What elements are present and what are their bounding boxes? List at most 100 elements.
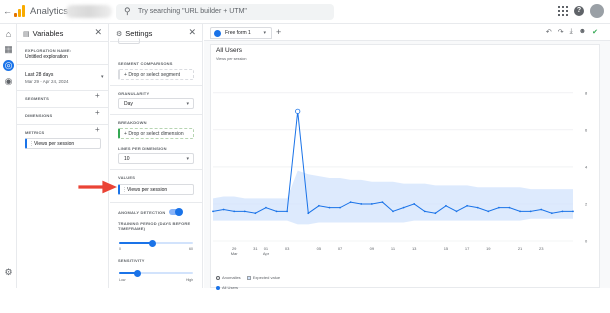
x-tick-label: 21 bbox=[518, 246, 523, 251]
settings-title: Settings bbox=[125, 29, 153, 38]
variables-icon: ▤ bbox=[23, 31, 30, 38]
data-point bbox=[550, 212, 553, 215]
date-range-label[interactable]: Last 28 days bbox=[25, 72, 53, 78]
dimensions-label: DIMENSIONS bbox=[25, 113, 53, 118]
undo-icon[interactable]: ↶ bbox=[546, 28, 552, 36]
sensitivity-label: SENSITIVITY bbox=[118, 258, 145, 263]
sensitivity-high-label: High bbox=[186, 278, 194, 282]
data-point bbox=[455, 210, 458, 213]
tab-free-form[interactable]: Free form 1 ▾ bbox=[210, 27, 272, 39]
download-icon[interactable]: ⤓ bbox=[570, 28, 573, 36]
data-point bbox=[519, 210, 521, 213]
slider-thumb[interactable] bbox=[134, 269, 141, 277]
legend-anomalies: Anomalies bbox=[222, 275, 241, 280]
app-title: Analytics bbox=[30, 6, 69, 17]
data-point bbox=[445, 204, 447, 207]
values-label: VALUES bbox=[118, 175, 136, 180]
left-nav: ⌂ ▦ ◎ ◉ ⚙ bbox=[0, 24, 17, 288]
data-point bbox=[508, 206, 511, 209]
x-tick-label: 17 bbox=[465, 246, 470, 251]
expected-value-box-icon bbox=[246, 275, 251, 280]
granularity-select[interactable]: Day ▾ bbox=[118, 98, 194, 109]
sensitivity-slider[interactable] bbox=[119, 269, 193, 277]
previous-field-stub[interactable] bbox=[118, 38, 140, 44]
y-tick-label: 2 bbox=[585, 201, 588, 206]
series-legend[interactable]: All Users bbox=[216, 285, 238, 290]
x-tick-label: 09 bbox=[370, 246, 375, 251]
drag-handle-icon[interactable]: ⋮ bbox=[29, 139, 34, 149]
metric-chip-views-per-session[interactable]: ⋮ Views per session bbox=[25, 138, 101, 149]
chevron-down-icon[interactable]: ▾ bbox=[263, 28, 266, 39]
advertising-icon[interactable]: ◉ bbox=[3, 76, 14, 87]
data-point bbox=[572, 210, 574, 213]
settings-header: ⚙ Settings bbox=[116, 29, 152, 38]
data-point bbox=[529, 210, 532, 213]
values-chip-views-per-session[interactable]: ⋮ Views per session bbox=[118, 184, 194, 195]
variables-title: Variables bbox=[32, 29, 64, 38]
data-point bbox=[370, 203, 373, 205]
avatar[interactable] bbox=[590, 4, 604, 18]
data-point bbox=[487, 210, 490, 213]
data-point bbox=[476, 206, 479, 209]
anomaly-detection-toggle[interactable] bbox=[169, 207, 183, 216]
search-input[interactable]: ⚲ Try searching "URL builder + UTM" bbox=[116, 4, 334, 20]
home-icon[interactable]: ⌂ bbox=[3, 29, 14, 40]
tab-bar: Free form 1 ▾ + ↶ ↷ ⤓ ☻ ✔ bbox=[204, 24, 610, 41]
slider-fill bbox=[119, 242, 153, 244]
x-tick-label: 13 bbox=[412, 246, 417, 251]
line-chart: 0246829Mar31 01Apr03 05 07 09 11 13 15 17 19 21 23 bbox=[212, 90, 588, 256]
exploration-name-label: EXPLORATION NAME: bbox=[25, 48, 72, 53]
add-tab-plus-icon[interactable]: + bbox=[276, 27, 281, 37]
data-point bbox=[307, 212, 310, 215]
analytics-logo[interactable] bbox=[14, 5, 26, 17]
chart-legend: Anomalies Expected value bbox=[216, 275, 280, 280]
settings-panel: ⚙ Settings ✕ SEGMENT COMPARISONS + Drop o… bbox=[110, 24, 203, 288]
account-selector[interactable] bbox=[66, 5, 112, 18]
x-tick-label: 15 bbox=[444, 246, 449, 251]
data-point bbox=[317, 204, 320, 207]
anomaly-detection-label: ANOMALY DETECTION bbox=[118, 210, 166, 215]
x-tick-label: 19 bbox=[486, 246, 491, 251]
add-segment-plus-icon[interactable]: + bbox=[95, 91, 100, 100]
explore-icon[interactable]: ◎ bbox=[3, 60, 14, 71]
add-dimension-plus-icon[interactable]: + bbox=[95, 108, 100, 117]
y-tick-label: 0 bbox=[585, 239, 588, 244]
lines-per-dimension-select[interactable]: 10 ▾ bbox=[118, 153, 194, 164]
segment-comparisons-label: SEGMENT COMPARISONS bbox=[118, 61, 173, 66]
apps-grid-icon[interactable] bbox=[558, 6, 568, 16]
settings-gear-icon: ⚙ bbox=[116, 31, 123, 38]
settings-gear-icon[interactable]: ⚙ bbox=[3, 267, 14, 278]
x-tick-month-label: Mar bbox=[231, 251, 239, 256]
exploration-name-field[interactable]: Untitled exploration bbox=[25, 54, 68, 60]
segments-label: SEGMENTS bbox=[25, 96, 50, 101]
back-arrow-icon[interactable]: ← bbox=[3, 6, 12, 16]
close-icon[interactable]: ✕ bbox=[188, 27, 196, 38]
help-icon[interactable]: ? bbox=[574, 6, 584, 16]
breakdown-drop-label: Drop or select dimension bbox=[128, 131, 184, 137]
drag-handle-icon[interactable]: ⋮ bbox=[122, 185, 127, 195]
data-point bbox=[222, 208, 225, 211]
training-period-slider[interactable] bbox=[119, 239, 193, 247]
data-point bbox=[243, 210, 246, 213]
date-range-value[interactable]: Mar 29 - Apr 24, 2024 bbox=[25, 79, 69, 84]
check-circle-icon[interactable]: ✔ bbox=[592, 28, 598, 36]
line-chart-icon bbox=[214, 30, 221, 37]
slider-thumb[interactable] bbox=[148, 239, 156, 247]
x-tick-label: 07 bbox=[338, 246, 343, 251]
reports-icon[interactable]: ▦ bbox=[3, 44, 14, 55]
redo-icon[interactable]: ↷ bbox=[558, 28, 564, 36]
breakdown-drop-zone[interactable]: + Drop or select dimension bbox=[118, 128, 194, 139]
data-point bbox=[540, 208, 543, 211]
top-bar: ← Analytics ⚲ Try searching "URL builder… bbox=[0, 0, 610, 24]
date-range-caret-icon[interactable]: ▾ bbox=[101, 74, 104, 80]
training-period-label-2: TIMEFRAME) bbox=[118, 226, 146, 231]
data-point bbox=[423, 210, 426, 213]
granularity-label: GRANULARITY bbox=[118, 91, 150, 96]
share-user-icon[interactable]: ☻ bbox=[579, 28, 586, 36]
close-icon[interactable]: ✕ bbox=[94, 27, 102, 38]
x-tick-label: 03 bbox=[285, 246, 290, 251]
add-metric-plus-icon[interactable]: + bbox=[95, 125, 100, 134]
segment-drop-zone[interactable]: + Drop or select segment bbox=[118, 69, 194, 80]
data-point bbox=[328, 206, 331, 209]
x-tick-label: 11 bbox=[391, 246, 396, 251]
